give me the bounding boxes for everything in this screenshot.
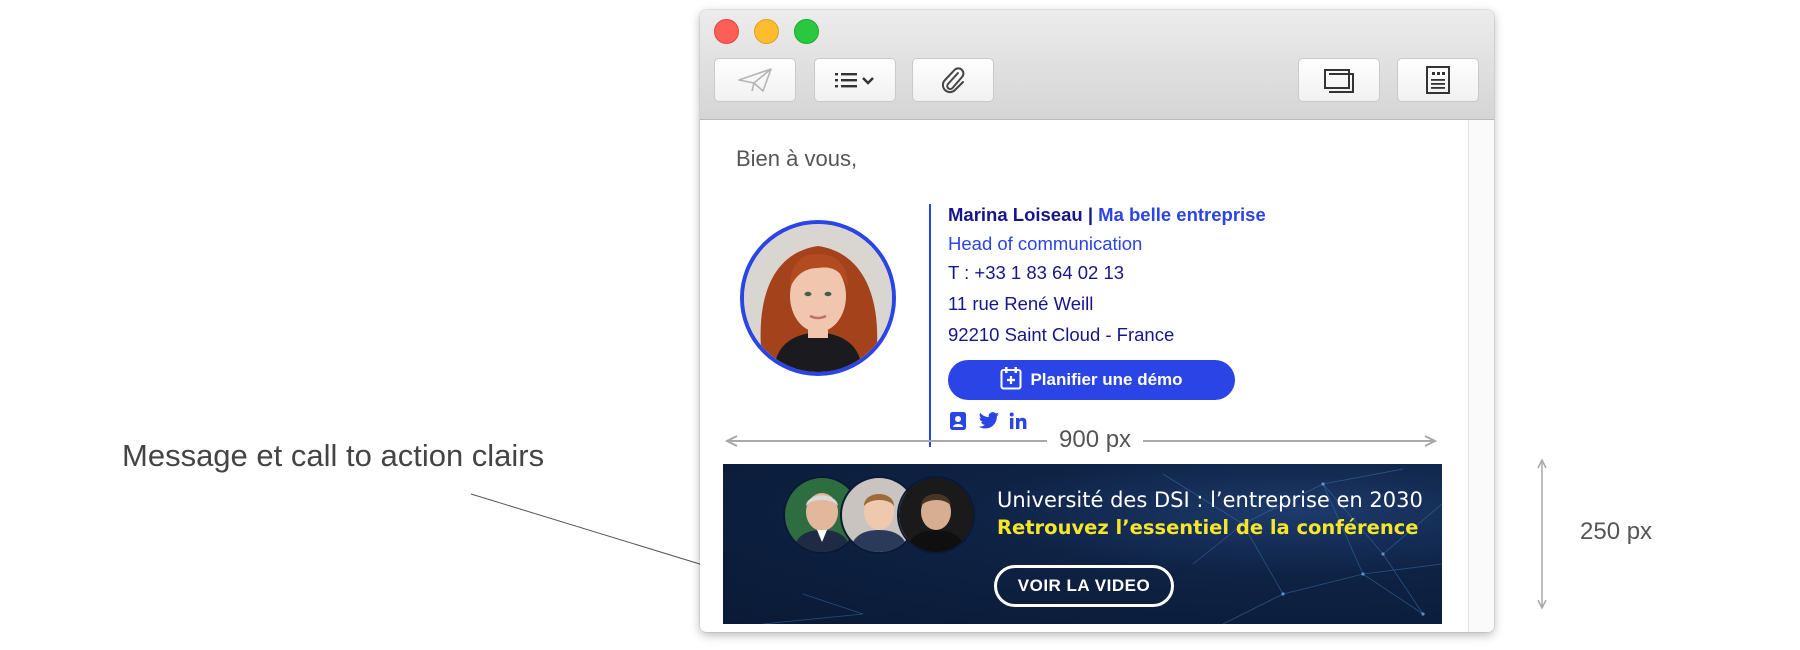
greeting-text: Bien à vous,: [736, 146, 858, 171]
watch-video-button[interactable]: VOIR LA VIDEO: [994, 565, 1174, 607]
height-dimension-label: 250 px: [1580, 518, 1653, 545]
calendar-icon: [1000, 366, 1022, 395]
windows-icon: [1323, 67, 1355, 93]
width-dimension-label: 900 px: [1047, 426, 1144, 454]
banner-subtitle: Retrouvez l’essentiel de la conférence: [997, 516, 1419, 539]
signature-company[interactable]: Ma belle entreprise: [1098, 204, 1266, 225]
show-windows-button[interactable]: [1298, 58, 1380, 102]
event-banner[interactable]: Université des DSI : l’entreprise en 203…: [723, 464, 1442, 624]
window-titlebar: [700, 10, 1494, 120]
speaker-photo-3: [897, 476, 975, 554]
show-document-button[interactable]: [1397, 58, 1479, 102]
schedule-demo-label: Planifier une démo: [1030, 370, 1183, 389]
mail-compose-window: Bien à vous, Marina Loiseau | Ma belle e…: [700, 10, 1494, 632]
list-format-icon: [833, 70, 877, 90]
signature-divider: [929, 204, 931, 447]
banner-title: Université des DSI : l’entreprise en 203…: [997, 488, 1423, 512]
zoom-window-button[interactable]: [794, 19, 819, 44]
linkedin-icon[interactable]: [1008, 411, 1030, 433]
vertical-scrollbar[interactable]: [1468, 120, 1494, 632]
message-body[interactable]: Bien à vous, Marina Loiseau | Ma belle e…: [700, 120, 1468, 632]
twitter-icon[interactable]: [978, 411, 1000, 433]
avatar: [740, 220, 896, 376]
signature-title: Head of communication: [948, 233, 1143, 254]
format-list-button[interactable]: [814, 58, 896, 102]
signature-name: Marina Loiseau: [948, 204, 1083, 225]
signature-name-line: Marina Loiseau | Ma belle entreprise: [948, 204, 1266, 226]
signature-street: 11 rue René Weill: [948, 293, 1094, 314]
document-icon: [1425, 65, 1451, 95]
paperclip-icon: [939, 65, 967, 95]
social-links: [948, 411, 1030, 433]
minimize-window-button[interactable]: [754, 19, 779, 44]
contact-card-icon[interactable]: [948, 411, 970, 433]
schedule-demo-button[interactable]: Planifier une démo: [948, 360, 1235, 400]
signature-phone[interactable]: T : +33 1 83 64 02 13: [948, 262, 1124, 284]
signature-separator: |: [1087, 204, 1094, 225]
send-button[interactable]: [714, 58, 796, 102]
height-dimension-arrow: [1537, 458, 1547, 610]
signature-city: 92210 Saint Cloud - France: [948, 324, 1175, 345]
annotation-label: Message et call to action clairs: [122, 438, 545, 473]
paper-plane-icon: [737, 67, 773, 93]
close-window-button[interactable]: [714, 19, 739, 44]
attach-file-button[interactable]: [912, 58, 994, 102]
